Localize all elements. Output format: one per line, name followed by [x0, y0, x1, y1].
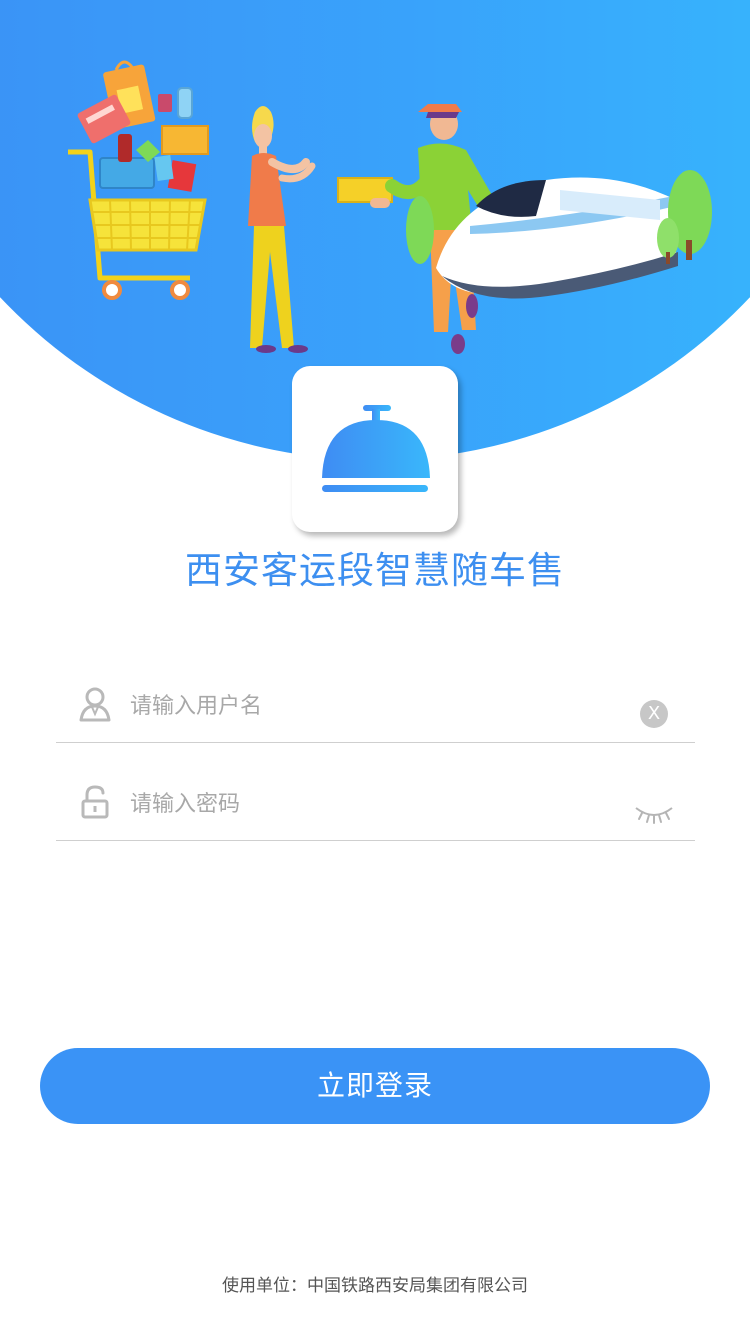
username-input[interactable] — [130, 688, 610, 724]
shopping-cart-illustration — [68, 60, 209, 300]
app-title: 西安客运段智慧随车售 — [185, 549, 565, 592]
user-icon — [79, 687, 111, 722]
woman-illustration — [248, 106, 316, 353]
app-logo — [292, 366, 458, 532]
service-bell-icon — [322, 405, 430, 492]
lock-icon — [81, 785, 109, 819]
footer-organization: 使用单位：中国铁路西安局集团有限公司 — [222, 1276, 528, 1296]
password-field — [56, 772, 695, 841]
password-input[interactable] — [130, 786, 610, 822]
eye-closed-icon[interactable] — [634, 804, 674, 826]
clear-icon[interactable]: X — [640, 700, 668, 728]
login-button[interactable]: 立即登录 — [40, 1048, 710, 1124]
username-field: X — [56, 674, 695, 743]
